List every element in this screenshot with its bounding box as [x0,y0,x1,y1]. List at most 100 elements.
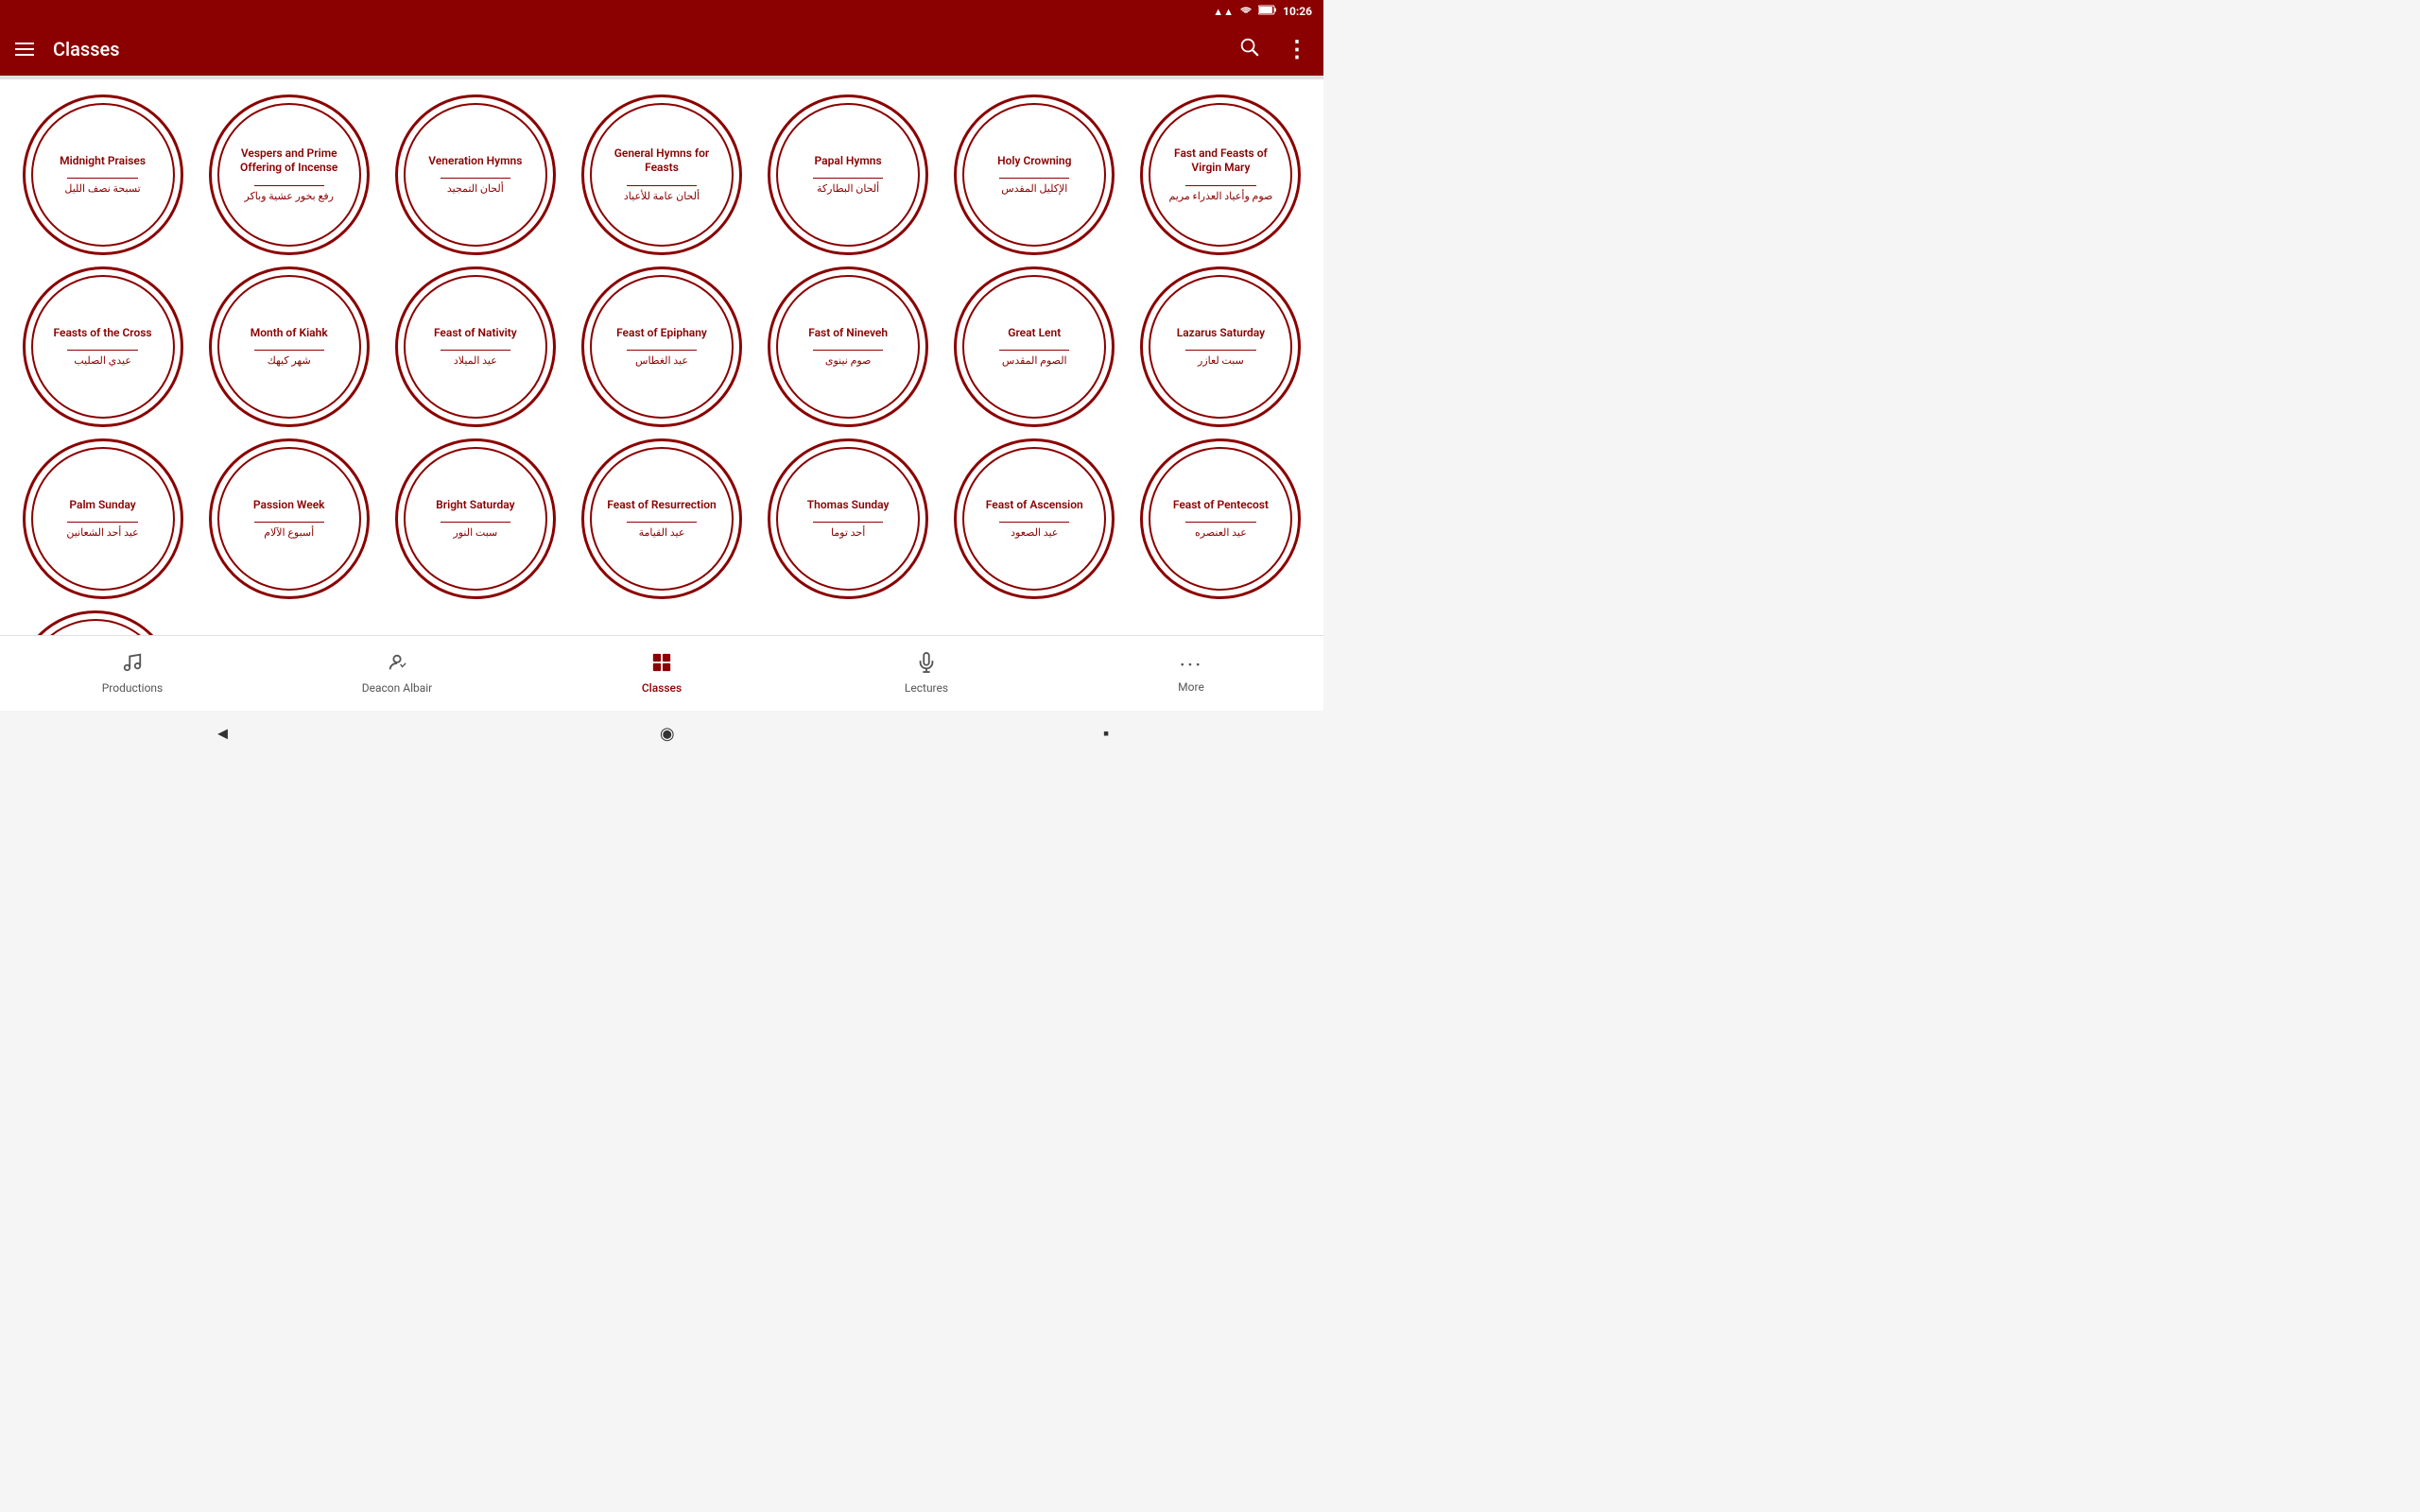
circle-title-en-1: Vespers and Prime Offering of Incense [231,146,348,176]
circle-title-en-13: Lazarus Saturday [1177,326,1265,341]
circle-item-2[interactable]: Veneration Hymns ألحان التمجيد [388,94,562,255]
circle-divider-6 [1185,185,1255,186]
circle-title-en-20: Feast of Pentecost [1173,498,1269,513]
signal-icon: ▲▲ [1213,6,1234,18]
circle-title-en-0: Midnight Praises [60,154,146,169]
partial-circle[interactable] [15,610,176,635]
circle-title-ar-7: عيدي الصليب [74,354,131,368]
circle-divider-15 [254,522,324,523]
circle-title-en-14: Palm Sunday [69,498,135,513]
nav-item-productions[interactable]: Productions [0,652,265,695]
circle-title-ar-18: أحد توما [831,526,865,540]
main-content: Midnight Praises تسبحة نصف الليل Vespers… [0,79,1323,635]
circle-divider-1 [254,185,324,186]
circle-divider-10 [627,350,697,351]
search-button[interactable] [1238,36,1259,62]
circle-item-10[interactable]: Feast of Epiphany عيد الغطاس [574,266,749,427]
circle-item-6[interactable]: Fast and Feasts of Virgin Mary صوم وأعيا… [1133,94,1308,255]
circle-divider-3 [627,185,697,186]
circle-title-en-19: Feast of Ascension [986,498,1083,513]
circle-title-ar-11: صوم نينوى [825,354,872,368]
system-nav: ◄ ◉ ▪ [0,711,1323,756]
nav-item-lectures[interactable]: Lectures [794,652,1059,695]
circle-title-ar-15: أسبوع الآلام [264,526,314,540]
circle-divider-19 [999,522,1069,523]
wifi-icon [1239,5,1253,18]
circle-title-en-5: Holy Crowning [997,154,1071,169]
status-bar: ▲▲ 10:26 [0,0,1323,23]
circle-title-ar-3: ألحان عامة للأعياد [624,190,700,203]
battery-icon [1258,5,1277,18]
circle-title-ar-20: عيد العنصره [1195,526,1247,540]
circle-title-en-18: Thomas Sunday [807,498,890,513]
circle-divider-14 [67,522,137,523]
circle-title-en-3: General Hymns for Feasts [603,146,720,176]
circle-divider-18 [813,522,883,523]
circle-divider-4 [813,178,883,179]
circle-item-12[interactable]: Great Lent الصوم المقدس [947,266,1122,427]
circle-title-en-16: Bright Saturday [436,498,514,513]
circle-title-ar-17: عيد القيامة [639,526,685,540]
circle-item-8[interactable]: Month of Kiahk شهر كيهك [201,266,376,427]
nav-item-deacon[interactable]: Deacon Albair [265,652,529,695]
circle-title-en-12: Great Lent [1008,326,1061,341]
more-icon: ··· [1180,654,1203,677]
circle-item-11[interactable]: Fast of Nineveh صوم نينوى [761,266,936,427]
circle-title-ar-12: الصوم المقدس [1002,354,1067,368]
circle-item-1[interactable]: Vespers and Prime Offering of Incense رف… [201,94,376,255]
circle-title-en-2: Veneration Hymns [428,154,522,169]
circle-item-20[interactable]: Feast of Pentecost عيد العنصره [1133,438,1308,599]
circle-divider-2 [441,178,510,179]
circle-title-ar-9: عيد الميلاد [454,354,497,368]
lectures-label: Lectures [905,681,948,695]
back-button[interactable]: ◄ [215,724,232,744]
circle-item-14[interactable]: Palm Sunday عيد أحد الشعانين [15,438,190,599]
circle-divider-9 [441,350,510,351]
circle-title-ar-2: ألحان التمجيد [447,182,504,196]
partial-row [8,610,1316,635]
circles-grid: Midnight Praises تسبحة نصف الليل Vespers… [8,94,1316,599]
circle-item-4[interactable]: Papal Hymns ألحان البطاركة [761,94,936,255]
circle-title-en-7: Feasts of the Cross [54,326,152,341]
circle-item-9[interactable]: Feast of Nativity عيد الميلاد [388,266,562,427]
circle-title-ar-6: صوم وأعياد العذراء مريم [1168,190,1272,203]
more-options-button[interactable]: ⋮ [1286,36,1308,62]
recent-button[interactable]: ▪ [1103,724,1109,744]
menu-button[interactable] [15,43,34,56]
circle-title-ar-0: تسبحة نصف الليل [64,182,140,196]
circle-item-15[interactable]: Passion Week أسبوع الآلام [201,438,376,599]
circle-item-3[interactable]: General Hymns for Feasts ألحان عامة للأع… [574,94,749,255]
circle-title-en-9: Feast of Nativity [434,326,517,341]
circle-title-en-17: Feast of Resurrection [607,498,716,513]
circle-title-en-8: Month of Kiahk [251,326,328,341]
classes-label: Classes [642,681,682,695]
circle-item-17[interactable]: Feast of Resurrection عيد القيامة [574,438,749,599]
app-bar: Classes ⋮ [0,23,1323,76]
circle-divider-20 [1185,522,1255,523]
circle-divider-8 [254,350,324,351]
bottom-nav: Productions Deacon Albair Classes [0,635,1323,711]
circle-item-18[interactable]: Thomas Sunday أحد توما [761,438,936,599]
circle-divider-16 [441,522,510,523]
deacon-label: Deacon Albair [362,681,433,695]
circle-item-5[interactable]: Holy Crowning الإكليل المقدس [947,94,1122,255]
nav-item-classes[interactable]: Classes [529,652,794,695]
nav-item-more[interactable]: ··· More [1059,654,1323,694]
home-button[interactable]: ◉ [660,724,675,744]
circle-item-19[interactable]: Feast of Ascension عيد الصعود [947,438,1122,599]
app-title: Classes [53,38,1219,60]
circle-item-13[interactable]: Lazarus Saturday سبت لعازر [1133,266,1308,427]
productions-label: Productions [102,681,164,695]
circle-title-ar-8: شهر كيهك [268,354,311,368]
circle-item-7[interactable]: Feasts of the Cross عيدي الصليب [15,266,190,427]
circle-divider-13 [1185,350,1255,351]
circle-title-ar-10: عيد الغطاس [635,354,688,368]
circle-title-en-15: Passion Week [253,498,325,513]
circle-title-ar-4: ألحان البطاركة [817,182,879,196]
circle-divider-11 [813,350,883,351]
circle-title-ar-16: سبت النور [453,526,497,540]
circle-item-16[interactable]: Bright Saturday سبت النور [388,438,562,599]
circle-item-0[interactable]: Midnight Praises تسبحة نصف الليل [15,94,190,255]
circle-title-ar-5: الإكليل المقدس [1001,182,1067,196]
deacon-icon [387,652,407,678]
